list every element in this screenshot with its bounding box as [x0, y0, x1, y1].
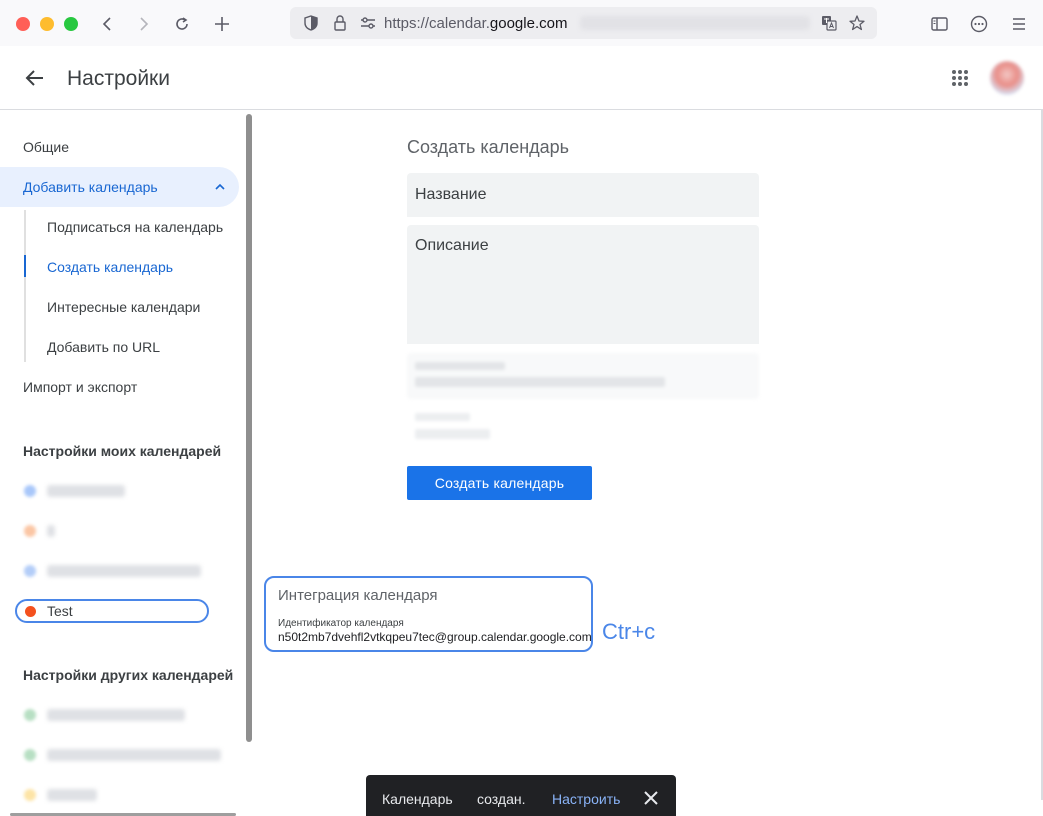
calendar-name-blurred[interactable]	[47, 485, 125, 497]
back-icon[interactable]	[95, 11, 121, 37]
calendar-color-dot	[25, 606, 36, 617]
copy-shortcut-hint: Ctr+c	[602, 619, 656, 644]
browser-toolbar: https://calendar.google.com	[0, 0, 1043, 46]
calendar-integration-box: Интеграция календаря Идентификатор кален…	[264, 576, 593, 652]
sidebar-item-interesting[interactable]: Интересные календари	[47, 299, 200, 315]
sidebar-scrollbar[interactable]	[246, 114, 252, 742]
other-calendars-section-title: Настройки других календарей	[23, 667, 234, 683]
settings-sidebar: Общие Добавить календарь Подписаться на …	[0, 110, 252, 816]
section-title: Создать календарь	[407, 137, 570, 157]
calendar-id-value[interactable]: n50t2mb7dvehfl2vtkqpeu7tec@group.calenda…	[278, 630, 592, 644]
create-calendar-button[interactable]: Создать календарь	[407, 466, 592, 500]
sidebar-item-label: Добавить календарь	[23, 179, 158, 195]
calendar-color-dot	[24, 565, 36, 577]
menu-icon[interactable]	[1006, 11, 1032, 37]
reload-icon[interactable]	[169, 11, 195, 37]
lock-icon[interactable]	[327, 10, 353, 36]
owner-value-blurred	[415, 429, 490, 439]
snackbar-text-2: создан.	[477, 791, 526, 807]
timezone-label-blurred	[415, 362, 505, 370]
calendar-name-blurred[interactable]	[47, 709, 185, 721]
calendar-name-blurred[interactable]	[47, 565, 201, 577]
calendar-color-dot	[24, 749, 36, 761]
calendar-description-field[interactable]: Описание	[407, 225, 759, 344]
sidebar-item-import-export[interactable]: Импорт и экспорт	[23, 379, 137, 395]
url-text[interactable]: https://calendar.google.com	[384, 15, 567, 32]
url-bar[interactable]: https://calendar.google.com	[290, 7, 877, 39]
avatar[interactable]	[990, 61, 1024, 95]
close-window-button[interactable]	[16, 17, 30, 31]
close-icon[interactable]	[642, 789, 660, 807]
my-calendars-section-title: Настройки моих календарей	[23, 443, 222, 459]
maximize-window-button[interactable]	[64, 17, 78, 31]
chevron-up-icon[interactable]	[214, 180, 226, 198]
calendar-name-blurred[interactable]	[47, 525, 55, 537]
new-tab-icon[interactable]	[209, 11, 235, 37]
translate-icon[interactable]	[816, 10, 842, 36]
calendar-name-field[interactable]: Название	[407, 173, 759, 217]
page-title: Настройки	[67, 67, 170, 90]
sidebar-item-subscribe[interactable]: Подписаться на календарь	[47, 219, 223, 235]
owner-label-blurred	[415, 413, 470, 421]
app-header: Настройки	[0, 46, 1043, 110]
forward-icon[interactable]	[130, 11, 156, 37]
url-path-blurred	[580, 16, 810, 30]
extensions-icon[interactable]	[966, 11, 992, 37]
star-icon[interactable]	[844, 10, 870, 36]
integration-title: Интеграция календаря	[278, 587, 438, 604]
snackbar-configure-button[interactable]: Настроить	[552, 791, 620, 807]
calendar-color-dot	[24, 485, 36, 497]
sidebar-item-general[interactable]: Общие	[23, 139, 69, 155]
submenu-line	[24, 210, 26, 362]
description-placeholder: Описание	[415, 237, 489, 254]
calendar-color-dot	[24, 789, 36, 801]
sidebar-item-add-url[interactable]: Добавить по URL	[47, 339, 160, 355]
calendar-name-blurred[interactable]	[47, 749, 221, 761]
calendar-name-blurred[interactable]	[47, 789, 97, 801]
calendar-id-label: Идентификатор календаря	[278, 618, 404, 629]
snackbar-text: Календарь	[382, 791, 453, 807]
calendar-color-dot	[24, 525, 36, 537]
sidebar-item-create[interactable]: Создать календарь	[47, 259, 173, 275]
back-arrow-icon[interactable]	[22, 65, 48, 91]
snackbar: Календарь создан. Настроить	[366, 775, 676, 816]
calendar-item-test[interactable]: Test	[15, 599, 209, 623]
sidebar-item-add-calendar[interactable]: Добавить календарь	[0, 167, 239, 207]
calendar-name: Test	[47, 603, 73, 619]
timezone-select-blurred[interactable]	[407, 353, 759, 399]
name-placeholder: Название	[415, 186, 487, 203]
sidebar-icon[interactable]	[926, 11, 952, 37]
calendar-color-dot	[24, 709, 36, 721]
timezone-value-blurred	[415, 377, 665, 387]
shield-icon[interactable]	[298, 10, 324, 36]
site-settings-icon[interactable]	[355, 10, 381, 36]
apps-grid-icon[interactable]	[947, 65, 973, 91]
submenu-active-indicator	[24, 255, 26, 277]
minimize-window-button[interactable]	[40, 17, 54, 31]
